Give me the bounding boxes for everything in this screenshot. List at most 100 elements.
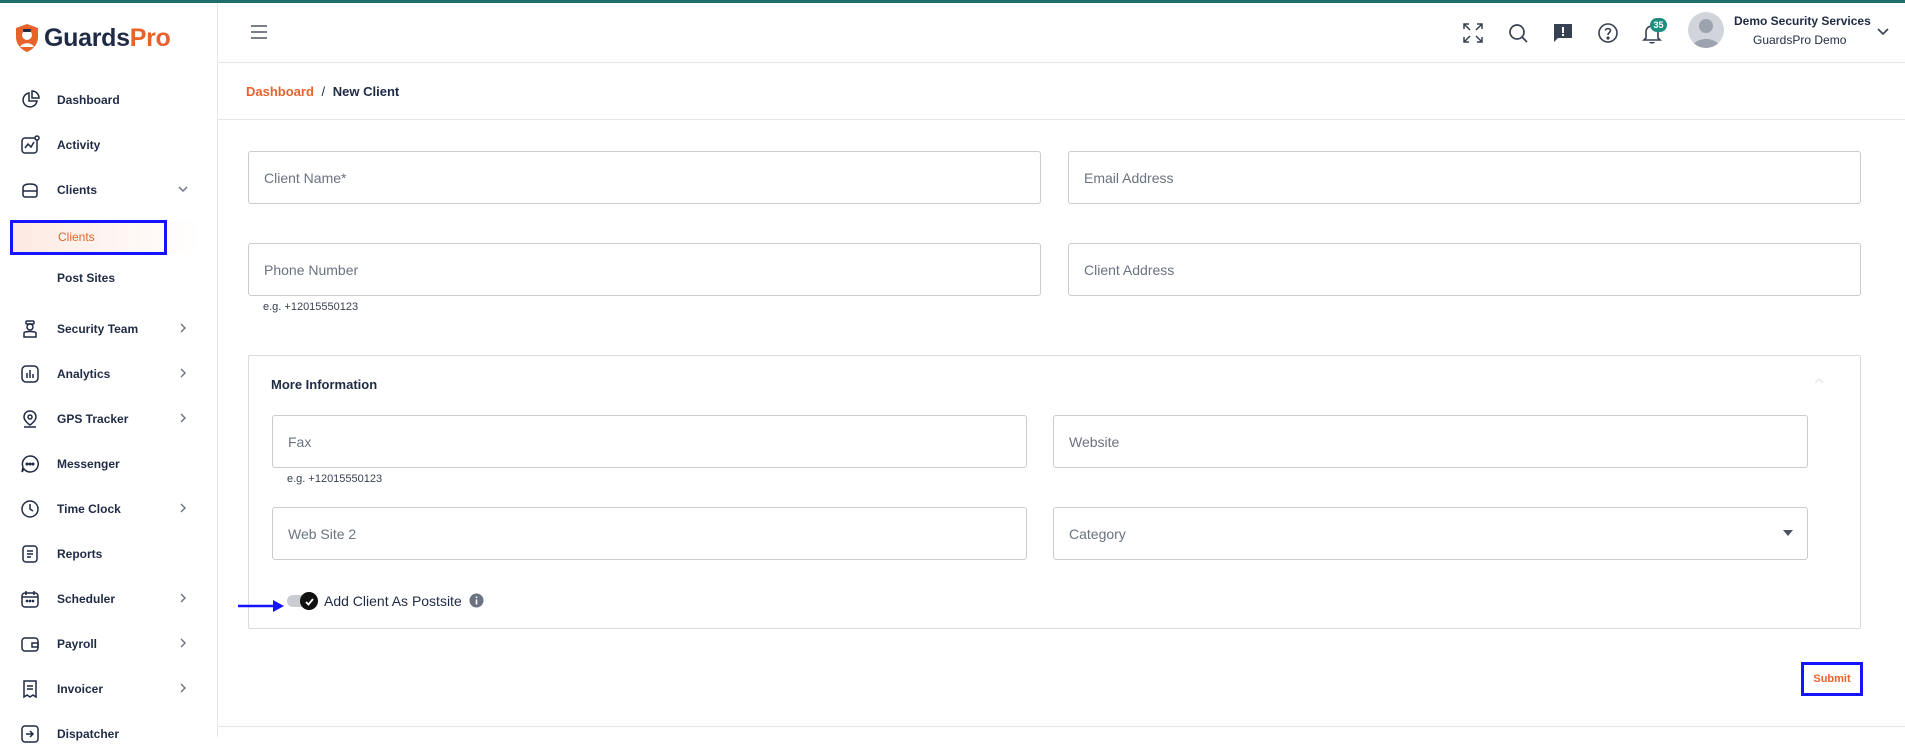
dispatch-icon: [21, 725, 39, 743]
website-2-input[interactable]: [273, 508, 1026, 559]
chevron-down-icon: [178, 186, 188, 192]
location-pin-icon: [23, 410, 37, 428]
client-address-input[interactable]: [1069, 244, 1860, 295]
clock-icon: [21, 500, 39, 518]
chevron-right-icon: [180, 683, 186, 693]
more-information-title[interactable]: More Information: [271, 377, 377, 392]
arrow-right-icon: [238, 600, 284, 612]
website-input[interactable]: [1054, 416, 1807, 467]
more-information-panel: [248, 355, 1861, 629]
breadcrumb-current: New Client: [332, 84, 400, 99]
client-name-input[interactable]: [249, 152, 1040, 203]
fax-input[interactable]: [273, 416, 1026, 467]
user-name[interactable]: Demo Security Services: [1734, 14, 1871, 28]
phone-field[interactable]: [248, 243, 1041, 296]
chevron-up-icon[interactable]: [1812, 374, 1826, 388]
wallet-icon: [21, 637, 39, 652]
logo-text: GuardsPro: [44, 23, 171, 52]
breadcrumb-home-link[interactable]: Dashboard: [246, 84, 314, 99]
sidebar-item-analytics[interactable]: Analytics: [0, 356, 218, 392]
feedback-icon[interactable]: [1551, 21, 1575, 45]
sidebar-item-label: Clients: [57, 183, 98, 197]
add-client-as-postsite-label: Add Client As Postsite: [324, 593, 462, 609]
sidebar-item-label: Dashboard: [57, 93, 120, 107]
divider: [218, 119, 1905, 120]
sidebar-item-label: GPS Tracker: [57, 412, 129, 426]
phone-hint: e.g. +12015550123: [263, 301, 359, 313]
sidebar-item-messenger[interactable]: Messenger: [0, 446, 218, 482]
sidebar-item-reports[interactable]: Reports: [0, 536, 218, 572]
client-address-field[interactable]: [1068, 243, 1861, 296]
fullscreen-icon[interactable]: [1461, 21, 1485, 45]
guard-icon: [23, 320, 37, 338]
chevron-right-icon: [180, 413, 186, 423]
sidebar-item-security-team[interactable]: Security Team: [0, 311, 218, 347]
shield-logo-icon: [16, 24, 38, 52]
add-client-as-postsite-toggle[interactable]: [287, 592, 321, 610]
chevron-down-icon[interactable]: [1876, 25, 1890, 39]
reports-icon: [22, 545, 38, 563]
divider: [218, 726, 1905, 727]
sidebar-item-label: Activity: [57, 138, 101, 152]
sidebar-item-gps-tracker[interactable]: GPS Tracker: [0, 401, 218, 437]
sidebar-subitem-label: Post Sites: [57, 271, 116, 285]
category-select-value: Category: [1069, 526, 1126, 542]
activity-icon: [21, 135, 40, 154]
sidebar-item-label: Messenger: [57, 457, 120, 471]
sidebar-item-clients[interactable]: Clients: [0, 172, 218, 208]
sidebar-item-time-clock[interactable]: Time Clock: [0, 491, 218, 527]
checkmark-icon: [304, 597, 314, 606]
sidebar-item-scheduler[interactable]: Scheduler: [0, 581, 218, 617]
highlight-box-clients: [10, 220, 167, 255]
sidebar-item-label: Payroll: [57, 637, 98, 651]
breadcrumb-separator: /: [321, 84, 326, 99]
sidebar-subitem-post-sites[interactable]: Post Sites: [10, 261, 200, 295]
sidebar-item-payroll[interactable]: Payroll: [0, 626, 218, 662]
chevron-right-icon: [180, 503, 186, 513]
search-icon[interactable]: [1506, 21, 1530, 45]
sidebar-item-label: Invoicer: [57, 682, 104, 696]
top-header: 35 Demo Security Services GuardsPro Demo: [218, 3, 1905, 63]
sidebar-item-label: Dispatcher: [57, 727, 120, 741]
app-logo[interactable]: GuardsPro: [14, 23, 171, 53]
help-icon[interactable]: [1596, 21, 1620, 45]
fax-field[interactable]: [272, 415, 1027, 468]
pie-chart-icon: [22, 90, 40, 108]
fax-hint: e.g. +12015550123: [287, 473, 383, 485]
category-select[interactable]: Category: [1053, 507, 1808, 560]
calendar-icon: [21, 591, 39, 608]
chevron-right-icon: [180, 368, 186, 378]
caret-down-icon: [1783, 530, 1793, 536]
chevron-right-icon: [180, 638, 186, 648]
client-name-field[interactable]: [248, 151, 1041, 204]
email-field[interactable]: [1068, 151, 1861, 204]
sidebar-item-dispatcher[interactable]: Dispatcher: [0, 716, 218, 752]
sidebar: GuardsPro Dashboard Activity Clients Cli…: [0, 3, 218, 743]
website-field[interactable]: [1053, 415, 1808, 468]
user-org: GuardsPro Demo: [1753, 33, 1847, 47]
submit-button[interactable]: Submit: [1801, 662, 1863, 696]
toggle-knob: [300, 592, 318, 610]
sidebar-item-label: Security Team: [57, 322, 139, 336]
chevron-right-icon: [180, 593, 186, 603]
info-icon[interactable]: [469, 593, 484, 608]
email-input[interactable]: [1069, 152, 1860, 203]
sidebar-item-label: Analytics: [57, 367, 111, 381]
avatar[interactable]: [1688, 12, 1724, 48]
sidebar-item-invoicer[interactable]: Invoicer: [0, 671, 218, 707]
hamburger-menu-icon[interactable]: [250, 25, 268, 39]
sidebar-item-dashboard[interactable]: Dashboard: [0, 82, 218, 118]
notification-badge: 35: [1650, 18, 1667, 32]
analytics-icon: [21, 365, 39, 383]
sidebar-item-label: Scheduler: [57, 592, 116, 606]
chevron-right-icon: [180, 323, 186, 333]
phone-input[interactable]: [249, 244, 1040, 295]
invoice-icon: [23, 680, 37, 699]
chat-icon: [21, 455, 39, 473]
sidebar-item-activity[interactable]: Activity: [0, 127, 218, 163]
sidebar-item-label: Time Clock: [57, 502, 121, 516]
breadcrumb: Dashboard / New Client: [246, 84, 399, 99]
briefcase-icon: [22, 183, 38, 198]
user-silhouette-icon: [1692, 19, 1720, 48]
website-2-field[interactable]: [272, 507, 1027, 560]
